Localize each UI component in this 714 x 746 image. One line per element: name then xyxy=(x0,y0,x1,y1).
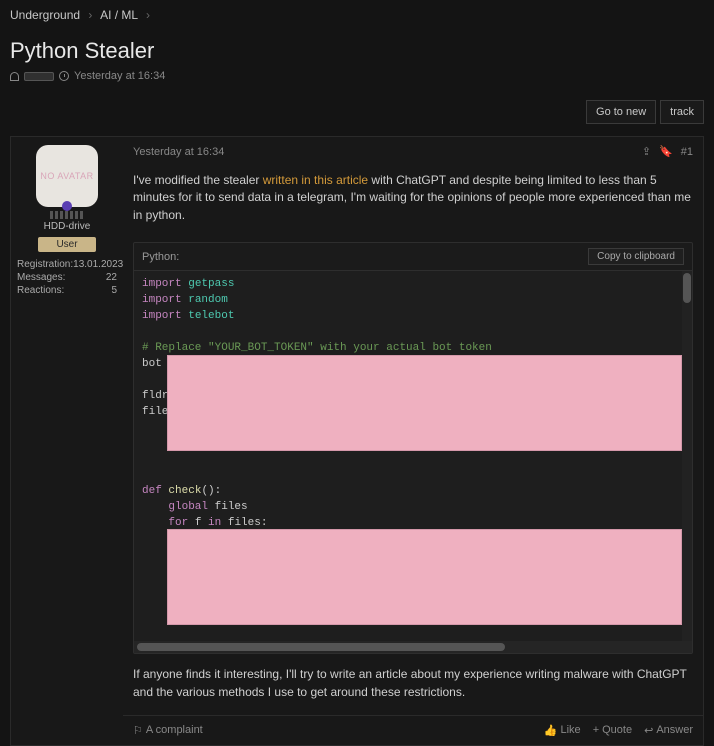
bookmark-icon[interactable]: 🔖 xyxy=(659,145,673,158)
author-name-redacted xyxy=(24,72,54,81)
breadcrumb-section[interactable]: AI / ML xyxy=(100,8,138,22)
flag-icon: ⚐ xyxy=(133,724,143,737)
go-to-new-button[interactable]: Go to new xyxy=(586,100,656,124)
post-body: I've modified the stealer written in thi… xyxy=(123,166,703,230)
post-timestamp[interactable]: Yesterday at 16:34 xyxy=(133,146,224,158)
user-stats: Registration:13.01.2023 Messages:22 Reac… xyxy=(17,258,117,297)
post-content: Yesterday at 16:34 ⇪ 🔖 #1 I've modified … xyxy=(123,137,703,745)
stat-react-label: Reactions: xyxy=(17,285,64,296)
page-title: Python Stealer xyxy=(0,30,714,68)
chevron-right-icon: › xyxy=(88,8,92,22)
complaint-label: A complaint xyxy=(146,724,203,736)
post-body-2: If anyone finds it interesting, I'll try… xyxy=(123,660,703,707)
avatar-placeholder-text: NO AVATAR xyxy=(40,171,93,181)
username-redacted xyxy=(50,211,84,219)
chevron-right-icon: › xyxy=(146,8,150,22)
stat-msg-label: Messages: xyxy=(17,272,65,283)
code-language-label: Python: xyxy=(142,251,179,263)
copy-to-clipboard-button[interactable]: Copy to clipboard xyxy=(588,248,684,265)
user-subtitle: HDD-drive xyxy=(17,221,117,232)
reply-icon: ↩ xyxy=(644,724,653,737)
avatar-badge-icon xyxy=(62,201,72,211)
post: NO AVATAR HDD-drive User Registration:13… xyxy=(10,136,704,746)
quote-button[interactable]: +Quote xyxy=(593,724,632,737)
quote-label: Quote xyxy=(602,724,632,736)
user-column: NO AVATAR HDD-drive User Registration:13… xyxy=(11,137,123,745)
post-header: Yesterday at 16:34 ⇪ 🔖 #1 xyxy=(123,137,703,166)
user-role-badge: User xyxy=(38,237,95,252)
thread-toolbar: Go to new track xyxy=(0,94,714,130)
breadcrumb: Underground › AI / ML › xyxy=(0,0,714,30)
code-viewport: import getpass import random import tele… xyxy=(134,271,692,641)
horizontal-scrollbar[interactable] xyxy=(134,641,692,653)
scrollbar-thumb[interactable] xyxy=(137,643,505,651)
share-icon[interactable]: ⇪ xyxy=(642,145,651,158)
thread-meta: Yesterday at 16:34 xyxy=(0,68,714,94)
breadcrumb-root[interactable]: Underground xyxy=(10,8,80,22)
complaint-button[interactable]: ⚐ A complaint xyxy=(133,724,203,737)
like-label: Like xyxy=(561,724,581,736)
avatar[interactable]: NO AVATAR xyxy=(36,145,98,207)
code-block: Python: Copy to clipboard import getpass… xyxy=(133,242,693,654)
thread-timestamp: Yesterday at 16:34 xyxy=(74,70,165,82)
stat-reg-value: 13.01.2023 xyxy=(73,259,123,270)
body-text: I've modified the stealer xyxy=(133,173,263,187)
thumbs-up-icon: 👍 xyxy=(544,724,558,737)
post-permalink[interactable]: #1 xyxy=(681,146,693,158)
answer-label: Answer xyxy=(656,724,693,736)
like-button[interactable]: 👍Like xyxy=(544,724,581,737)
answer-button[interactable]: ↩Answer xyxy=(644,724,693,737)
plus-icon: + xyxy=(593,724,599,736)
stat-msg-value: 22 xyxy=(106,272,117,283)
stat-reg-label: Registration: xyxy=(17,259,73,270)
clock-icon xyxy=(59,71,69,81)
track-button[interactable]: track xyxy=(660,100,704,124)
redaction-block xyxy=(167,355,682,451)
article-link[interactable]: written in this article xyxy=(263,173,368,187)
scrollbar-thumb[interactable] xyxy=(683,273,691,303)
vertical-scrollbar[interactable] xyxy=(682,271,692,641)
redaction-block xyxy=(167,529,682,625)
stat-react-value: 5 xyxy=(111,285,117,296)
post-footer: ⚐ A complaint 👍Like +Quote ↩Answer xyxy=(123,715,703,737)
user-icon xyxy=(10,72,19,81)
